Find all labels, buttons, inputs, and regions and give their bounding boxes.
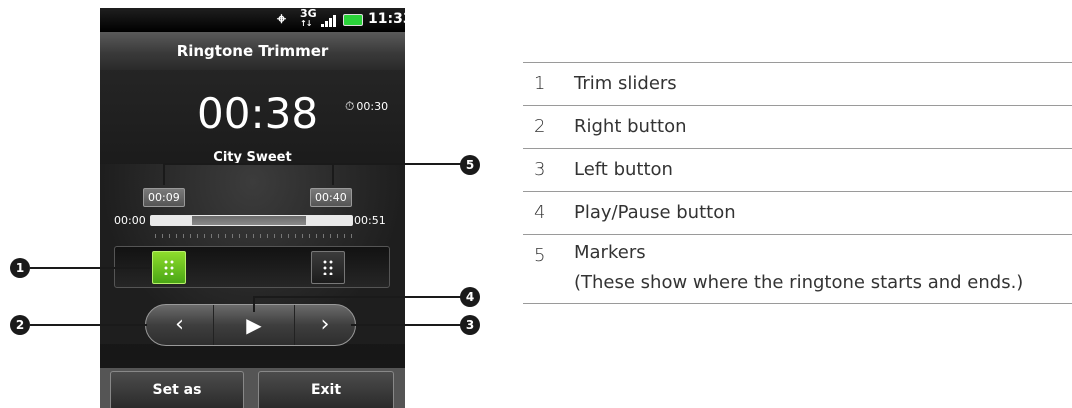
callout-4: 4 — [460, 287, 480, 307]
signal-bars-icon — [321, 14, 337, 27]
marker-end: 00:40 — [310, 188, 352, 207]
legend-table: 1 Trim sliders 2 Right button 3 Left but… — [523, 62, 1072, 304]
right-button[interactable]: › — [295, 305, 355, 345]
legend-text: Right button — [574, 116, 687, 137]
legend-row: 2 Right button — [523, 106, 1072, 149]
trim-slider-end-handle[interactable] — [311, 251, 345, 284]
battery-icon — [343, 14, 363, 26]
callout-1-line — [30, 267, 150, 269]
timeline-ticks — [155, 234, 355, 238]
current-time: 00:38 — [197, 89, 319, 138]
legend-row: 3 Left button — [523, 149, 1072, 192]
callout-5-drop-right — [332, 163, 334, 185]
playback-controls: ‹ ▶ › — [145, 304, 356, 346]
callout-4-drop — [253, 296, 255, 312]
stopwatch-icon: ⏱ — [345, 99, 355, 113]
data-arrows-icon: ↑↓ — [300, 19, 312, 28]
status-time: 11:33 — [368, 11, 405, 27]
set-as-button[interactable]: Set as — [110, 371, 244, 408]
range-end-time: 00:51 — [354, 214, 386, 227]
legend-text: Markers — [574, 242, 646, 263]
legend-text-block: Markers (These show where the ringtone s… — [574, 235, 1072, 303]
legend-row: 5 Markers (These show where the ringtone… — [523, 235, 1072, 304]
legend-text: Left button — [574, 159, 673, 180]
marker-start: 00:09 — [143, 188, 185, 207]
bottom-bar: Set as Exit — [100, 368, 405, 408]
callout-5-drop-left — [163, 163, 165, 185]
callout-5-line — [163, 163, 461, 165]
trim-slider-start-handle[interactable] — [152, 251, 186, 284]
legend-row: 1 Trim sliders — [523, 63, 1072, 106]
clip-length-value: 00:30 — [356, 100, 389, 113]
exit-button[interactable]: Exit — [258, 371, 394, 408]
callout-2: 2 — [10, 315, 30, 335]
timeline-selection — [192, 216, 306, 225]
legend-row: 4 Play/Pause button — [523, 192, 1072, 235]
left-button[interactable]: ‹ — [146, 305, 214, 345]
legend-text: Trim sliders — [574, 73, 677, 94]
timeline-bar — [150, 215, 353, 226]
legend-note: (These show where the ringtone starts an… — [574, 272, 1024, 293]
range-start-time: 00:00 — [114, 214, 146, 227]
callout-2-line — [30, 324, 147, 326]
legend-text: Play/Pause button — [574, 202, 736, 223]
gps-crosshair-icon: ⌖ — [277, 9, 287, 28]
callout-5: 5 — [460, 155, 480, 175]
clip-length: ⏱ 00:30 — [345, 99, 388, 114]
callout-3: 3 — [460, 315, 480, 335]
callout-4-line — [253, 296, 461, 298]
phone-screenshot: ⌖ 3G ↑↓ 11:33 Ringtone Trimmer 00:38 ⏱00… — [100, 8, 405, 408]
callout-1: 1 — [10, 258, 30, 278]
legend-number: 4 — [534, 202, 546, 223]
legend-number: 3 — [534, 159, 546, 180]
grip-dots-icon — [163, 259, 175, 275]
status-bar: ⌖ 3G ↑↓ 11:33 — [100, 8, 405, 32]
grip-dots-icon — [322, 259, 334, 275]
app-title: Ringtone Trimmer — [100, 32, 405, 70]
network-type: 3G ↑↓ — [300, 8, 317, 29]
legend-number: 5 — [534, 245, 546, 266]
callout-3-line — [351, 324, 461, 326]
legend-number: 1 — [534, 73, 546, 94]
legend-number: 2 — [534, 116, 546, 137]
